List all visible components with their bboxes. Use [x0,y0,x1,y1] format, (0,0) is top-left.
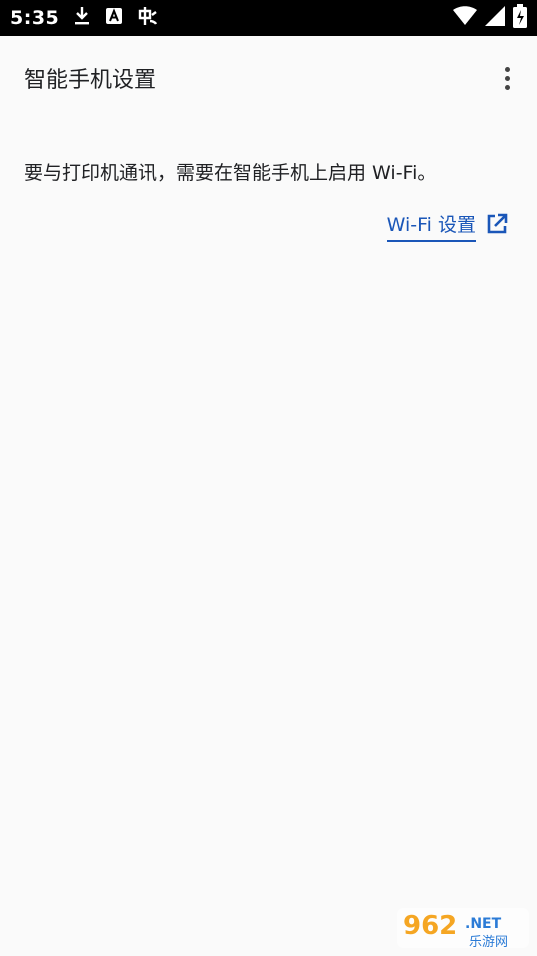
watermark-logo: 962 .NET 乐游网 [397,906,529,950]
download-icon [73,6,91,30]
app-notification-icon [137,5,159,31]
page-title: 智能手机设置 [24,68,157,93]
wifi-icon [453,6,477,30]
more-vert-icon[interactable] [495,62,519,94]
open-external-icon[interactable] [486,213,508,239]
battery-charging-icon [513,4,527,32]
watermark-tagline: 乐游网 [469,935,508,950]
watermark-brand: 962 [403,911,457,941]
status-time: 5:35 [10,7,60,29]
text-a-icon [105,7,123,29]
watermark-suffix: .NET [465,916,502,932]
app-bar: 智能手机设置 [0,36,537,120]
signal-icon [485,6,505,30]
wifi-settings-link-label[interactable]: Wi-Fi 设置 [386,210,476,242]
status-bar: 5:35 [0,0,537,36]
wifi-settings-link[interactable]: Wi-Fi 设置 [386,210,508,242]
wifi-required-message: 要与打印机通讯，需要在智能手机上启用 Wi-Fi。 [24,162,437,184]
